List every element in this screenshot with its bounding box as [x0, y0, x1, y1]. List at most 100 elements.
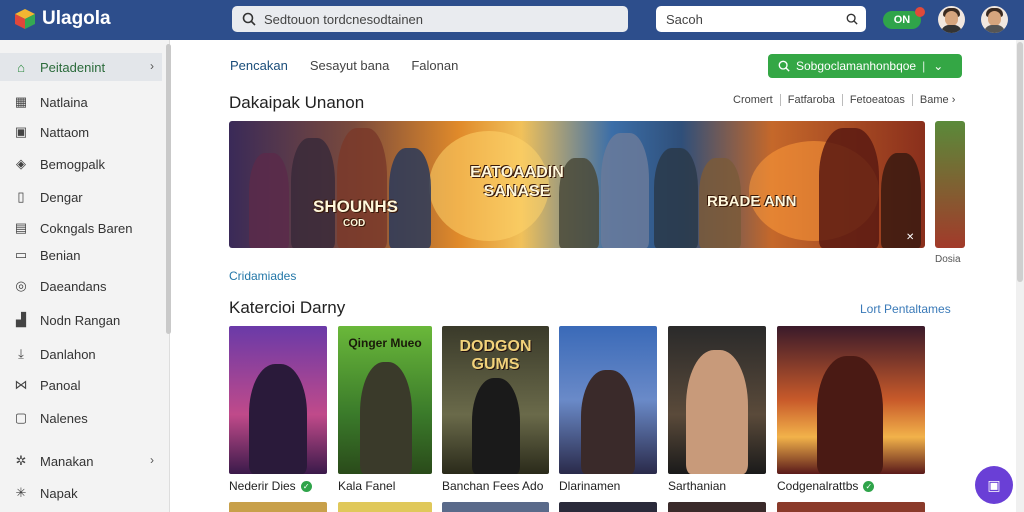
verified-icon: ✓	[300, 480, 312, 492]
app-logo[interactable]: Ulagola	[14, 8, 111, 30]
card-label: Codgenalrattbs ✓	[777, 479, 875, 493]
section-title: Katercioi Darny	[229, 298, 346, 317]
filter-bar: Cromert Fatfaroba Fetoeatoas Bame ›	[733, 94, 962, 106]
banner-character	[249, 153, 289, 248]
game-card-next-row[interactable]	[229, 502, 327, 512]
game-card-next-row[interactable]	[559, 502, 657, 512]
filter-item[interactable]: Fetoeatoas	[841, 94, 912, 106]
game-card[interactable]	[559, 326, 657, 474]
game-card[interactable]: Qinger Mueo	[338, 326, 432, 474]
status-toggle[interactable]: ON	[883, 7, 925, 29]
banner-character	[601, 133, 649, 248]
card-character	[249, 364, 307, 474]
sidebar-item-label: Daeandans	[40, 278, 107, 294]
scrollbar-thumb[interactable]	[1017, 42, 1023, 282]
tab-0[interactable]: Pencakan	[230, 58, 288, 73]
sidebar-item-label: Manakan	[40, 453, 94, 469]
sidebar-item-2[interactable]: ▣ Nattaom	[0, 118, 162, 146]
action-button-label: Sobgoclamanhonbqoe	[796, 59, 917, 73]
puzzle-icon: ◈	[16, 156, 26, 171]
game-card-next-row[interactable]	[668, 502, 766, 512]
featured-banner[interactable]: SHOUNHS COD EATOAADIN SANASE RBADE ANN	[229, 121, 925, 248]
banner-character	[819, 128, 879, 248]
grid-icon: ▤	[14, 220, 28, 235]
sidebar-scrollbar[interactable]	[166, 44, 171, 334]
card-label: Dlarinamen	[559, 479, 620, 493]
card-character	[817, 356, 883, 474]
card-character	[686, 350, 748, 474]
card-label-text: Nederir Dies	[229, 479, 296, 493]
chevron-right-icon: ›	[150, 453, 154, 467]
game-card-next-row[interactable]	[442, 502, 549, 512]
sidebar-item-12[interactable]: ✲ Manakan ›	[0, 447, 162, 475]
chat-fab-button[interactable]: ▣	[975, 466, 1013, 504]
sidebar-item-label: Natlaina	[40, 94, 88, 110]
sidebar-item-8[interactable]: ▟ Nodn Rangan	[0, 306, 162, 334]
game-card-next-row[interactable]	[338, 502, 432, 512]
card-label-text: Codgenalrattbs	[777, 479, 859, 493]
app-name: Ulagola	[42, 8, 111, 29]
filter-item[interactable]: Cromert	[733, 94, 780, 106]
sidebar-item-3[interactable]: ◈ Bemogpalk	[0, 150, 162, 178]
action-button[interactable]: Sobgoclamanhonbqoe | ⌄	[768, 54, 962, 78]
categories-link[interactable]: Cridamiades	[229, 269, 296, 283]
avatar-secondary[interactable]	[981, 6, 1008, 33]
banner-character	[337, 128, 387, 248]
screen-icon: ▭	[14, 247, 28, 262]
card-label: Sarthanian	[668, 479, 726, 493]
filter-item[interactable]: Fatfaroba	[779, 94, 842, 106]
filter-item[interactable]: Bame ›	[911, 94, 962, 106]
sidebar-item-label: Nalenes	[40, 410, 88, 426]
card-title: Qinger Mueo	[348, 336, 422, 350]
sidebar-item-9[interactable]: ⤓ Danlahon	[0, 340, 162, 368]
card-label: Banchan Fees Ado	[442, 479, 543, 493]
compass-icon: ◎	[15, 278, 27, 293]
sidebar-item-label: Bemogpalk	[40, 156, 106, 172]
game-card[interactable]	[777, 326, 925, 474]
home-icon: ⌂	[17, 59, 25, 75]
card-label-text: Sarthanian	[668, 479, 727, 493]
sidebar-item-label: Dengar	[40, 189, 83, 205]
tab-2[interactable]: Falonan	[411, 58, 458, 73]
tab-1[interactable]: Sesayut bana	[310, 58, 390, 73]
banner-character	[654, 148, 698, 248]
main-search-input[interactable]: Sedtouon tordcnesodtainen	[232, 6, 628, 32]
main-search-text: Sedtouon tordcnesodtainen	[264, 11, 424, 27]
avatar[interactable]	[938, 6, 965, 33]
sidebar-item-13[interactable]: ✳ Napak	[0, 479, 162, 507]
game-card[interactable]: DODGON GUMS	[442, 326, 549, 474]
sidebar-item-5[interactable]: ▤ Cokngals Baren	[0, 214, 162, 242]
game-card[interactable]	[668, 326, 766, 474]
sidebar-item-4[interactable]: ▯ Dengar	[0, 183, 162, 211]
game-card-next-row[interactable]	[777, 502, 925, 512]
banner-title-center: EATOAADIN SANASE	[470, 164, 564, 200]
card-character	[360, 362, 412, 474]
banner-next-preview[interactable]	[935, 121, 965, 248]
shop-icon: ▟	[16, 312, 26, 327]
chevron-right-icon: ›	[150, 59, 154, 73]
sidebar-item-11[interactable]: ▢ Nalenes	[0, 404, 162, 432]
main-scrollbar[interactable]	[1016, 40, 1024, 512]
sidebar-item-6[interactable]: ▭ Benian	[0, 241, 162, 269]
search-icon	[242, 12, 256, 26]
settings-icon: ✲	[15, 453, 27, 468]
game-card[interactable]	[229, 326, 327, 474]
notification-dot	[915, 7, 925, 17]
card-character	[472, 378, 520, 474]
sidebar-item-10[interactable]: ⋈ Panoal	[0, 371, 162, 399]
chat-icon: ▣	[987, 476, 1001, 493]
banner-character	[291, 138, 335, 248]
chevron-down-icon: ⌄	[933, 59, 944, 73]
sidebar: ⌂ Peitadenint › ▦ Natlaina ▣ Nattaom ◈ B…	[0, 40, 170, 512]
toggle-label: ON	[893, 14, 911, 26]
see-all-link[interactable]: Lort Pentaltames	[860, 302, 951, 316]
share-icon: ⋈	[14, 377, 28, 392]
close-icon[interactable]: ✕	[906, 232, 914, 243]
calendar-icon: ▦	[14, 94, 28, 109]
secondary-search-input[interactable]: Sacoh	[656, 6, 866, 32]
content-tabs: Pencakan Sesayut bana Falonan	[230, 58, 480, 73]
sidebar-item-1[interactable]: ▦ Natlaina	[0, 88, 162, 116]
sidebar-item-7[interactable]: ◎ Daeandans	[0, 272, 162, 300]
avatar-shirt	[984, 25, 1005, 33]
sidebar-item-0[interactable]: ⌂ Peitadenint ›	[0, 53, 162, 81]
